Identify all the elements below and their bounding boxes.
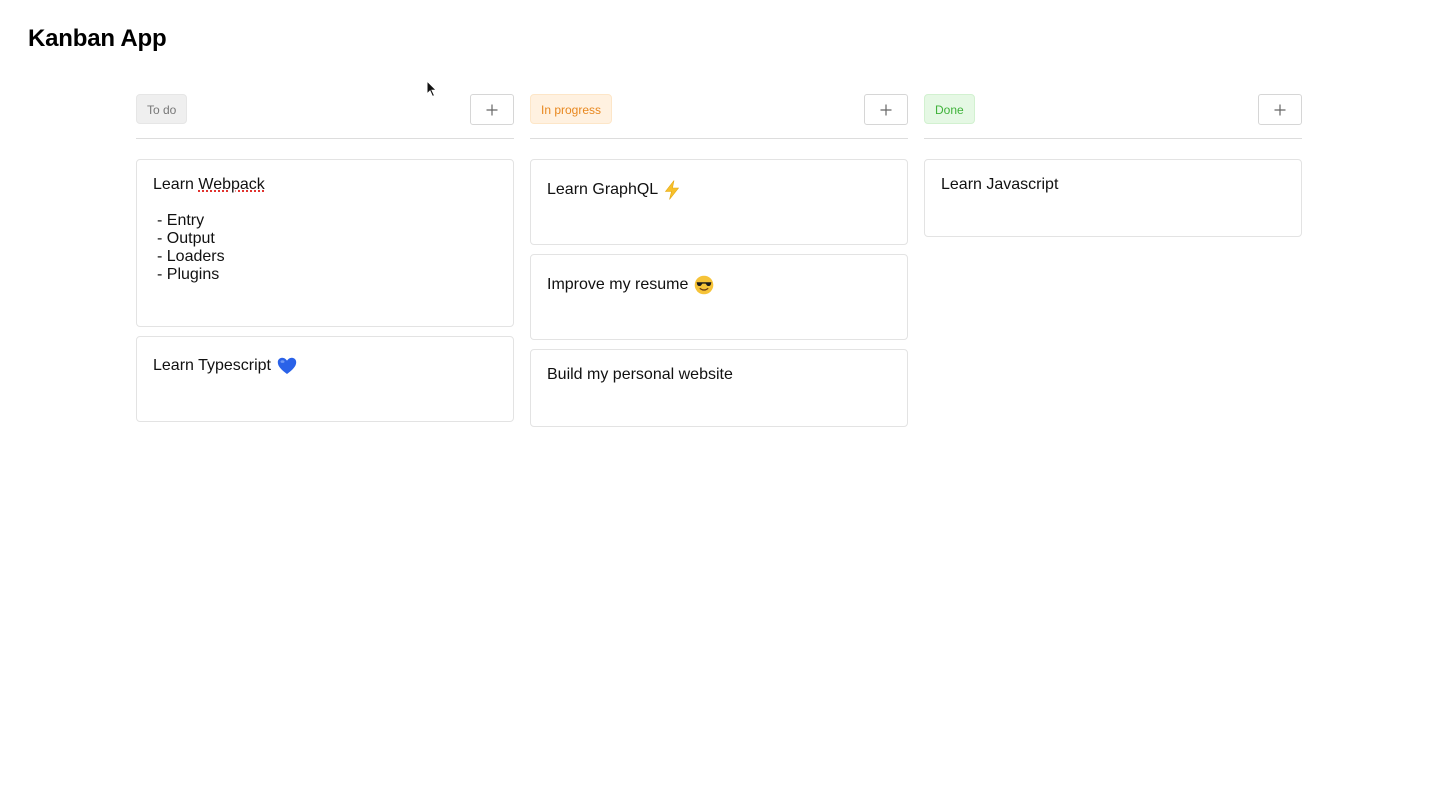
card-title-text: Learn Typescript: [153, 357, 271, 374]
card-title: Learn Webpack: [153, 176, 497, 194]
card-title-text: Improve my resume: [547, 276, 689, 293]
add-card-button-in-progress[interactable]: [864, 94, 908, 125]
card-title: Learn Typescript: [153, 357, 297, 375]
card-list-in-progress: Learn GraphQL Improve my resume Build my…: [530, 159, 908, 427]
card-title-text: Build my personal website: [547, 366, 733, 383]
card-title-text: Learn Javascript: [941, 176, 1059, 193]
card-title-prefix: Learn: [153, 176, 199, 193]
card[interactable]: Learn GraphQL: [530, 159, 908, 245]
column-label-done: Done: [924, 94, 975, 124]
add-card-button-done[interactable]: [1258, 94, 1302, 125]
card[interactable]: Improve my resume: [530, 254, 908, 340]
plus-icon: [486, 104, 498, 115]
card-title-word: Webpack: [198, 176, 265, 193]
blue-heart-icon: [277, 357, 297, 374]
column-header: In progress: [530, 94, 908, 139]
plus-icon: [1274, 104, 1286, 115]
card[interactable]: Learn Javascript: [924, 159, 1302, 237]
card-line: - Output: [157, 230, 215, 247]
card-line: - Plugins: [157, 266, 220, 283]
plus-icon: [880, 104, 892, 115]
sunglasses-face-icon: [695, 275, 714, 295]
card-line: - Loaders: [157, 248, 225, 265]
card[interactable]: Learn Typescript: [136, 336, 514, 422]
card[interactable]: Build my personal website: [530, 349, 908, 427]
card-title: Improve my resume: [547, 275, 714, 295]
card[interactable]: Learn Webpack - Entry - Output - Loaders…: [136, 159, 514, 327]
column-label-in-progress: In progress: [530, 94, 613, 124]
column-label-todo: To do: [136, 94, 188, 124]
card-title: Build my personal website: [547, 366, 733, 384]
add-card-button-todo[interactable]: [470, 94, 514, 125]
app-title: Kanban App: [28, 25, 167, 52]
lightning-icon: [665, 180, 680, 200]
card-title: Learn Javascript: [941, 176, 1058, 194]
card-title-text: Learn GraphQL: [547, 181, 659, 198]
column-in-progress: In progress Learn GraphQL Improve my res…: [530, 94, 908, 436]
column-todo: To do Learn Webpack - Entry - Output - L…: [136, 94, 514, 431]
column-header: To do: [136, 94, 514, 139]
column-header: Done: [924, 94, 1302, 139]
card-title: Learn GraphQL: [547, 180, 680, 200]
card-list-todo: Learn Webpack - Entry - Output - Loaders…: [136, 159, 514, 422]
column-done: Done Learn Javascript: [924, 94, 1302, 246]
card-line: - Entry: [157, 212, 205, 229]
card-list-done: Learn Javascript: [924, 159, 1302, 237]
